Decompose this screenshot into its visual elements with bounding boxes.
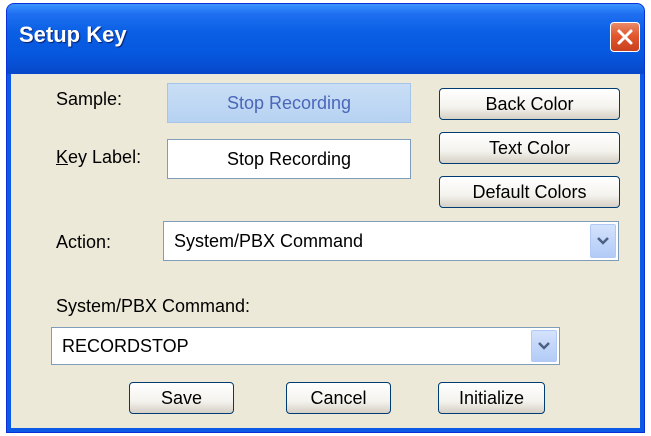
key-label-mnemonic: K: [56, 147, 69, 167]
sample-preview: Stop Recording: [167, 83, 411, 123]
initialize-button[interactable]: Initialize: [438, 382, 545, 414]
command-select-value: RECORDSTOP: [62, 335, 189, 356]
action-dropdown-button[interactable]: [590, 224, 616, 258]
dialog-body: Sample: Stop Recording Key Label: Stop R…: [11, 74, 640, 428]
action-label: Action:: [56, 232, 112, 252]
key-label-text: ey Label:: [68, 147, 142, 167]
cancel-button[interactable]: Cancel: [286, 382, 391, 414]
action-select-value: System/PBX Command: [174, 230, 364, 251]
command-label: System/PBX Command:: [56, 296, 251, 316]
chevron-down-icon: [538, 342, 550, 350]
command-select[interactable]: RECORDSTOP: [51, 327, 560, 365]
title-bar[interactable]: Setup Key: [7, 4, 644, 74]
back-color-button[interactable]: Back Color: [439, 88, 620, 120]
close-button[interactable]: [610, 22, 640, 52]
key-label-label: Key Label:: [56, 147, 141, 168]
sample-label: Sample:: [56, 89, 123, 109]
command-dropdown-button[interactable]: [531, 330, 557, 362]
action-select[interactable]: System/PBX Command: [163, 221, 619, 261]
default-colors-button[interactable]: Default Colors: [439, 176, 620, 208]
key-label-input[interactable]: Stop Recording: [167, 139, 411, 179]
dialog-title: Setup Key: [19, 22, 127, 47]
close-icon: [617, 29, 633, 45]
save-button[interactable]: Save: [129, 382, 234, 414]
text-color-button[interactable]: Text Color: [439, 132, 620, 164]
setup-key-dialog: Setup Key Sample: Stop Recording Key Lab…: [6, 3, 645, 433]
chevron-down-icon: [597, 237, 609, 245]
